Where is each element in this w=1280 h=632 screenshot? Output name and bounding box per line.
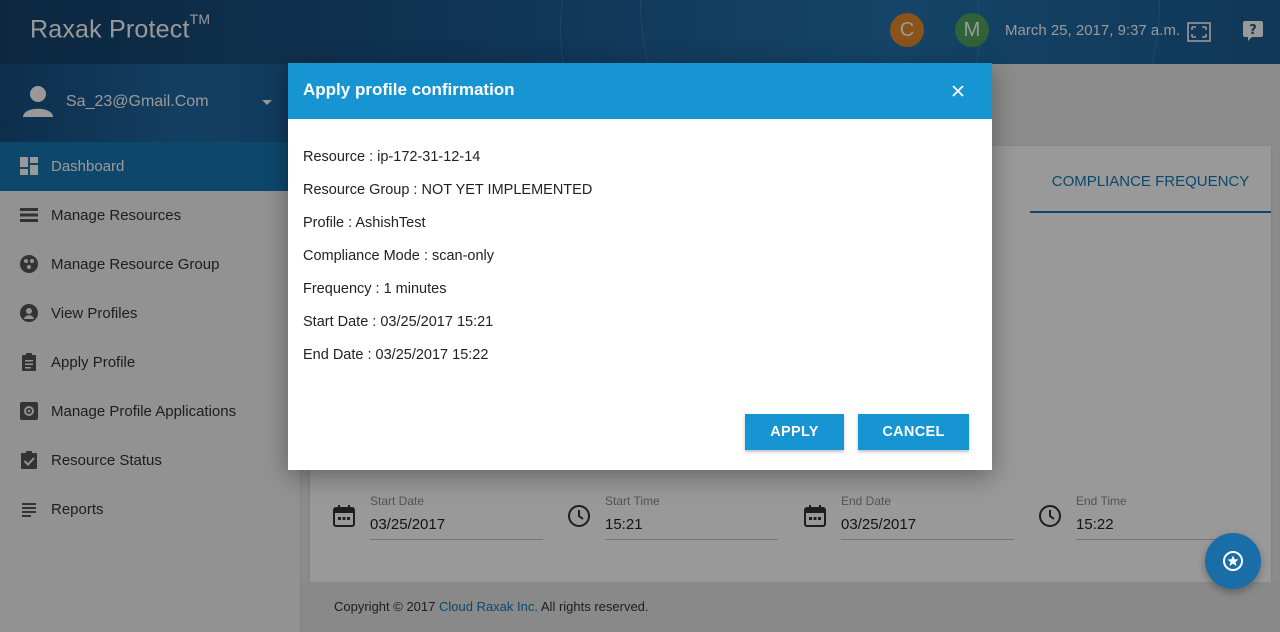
apply-button[interactable]: APPLY: [745, 414, 844, 450]
star-icon: [1223, 551, 1243, 571]
dialog-title: Apply profile confirmation: [303, 80, 515, 99]
resource-group-row: Resource Group : NOT YET IMPLEMENTED: [303, 182, 593, 198]
close-icon[interactable]: [948, 81, 968, 101]
end-date-row: End Date : 03/25/2017 15:22: [303, 347, 489, 363]
frequency-row: Frequency : 1 minutes: [303, 281, 447, 297]
floating-action-button[interactable]: [1205, 533, 1261, 589]
start-date-row: Start Date : 03/25/2017 15:21: [303, 314, 494, 330]
profile-row: Profile : AshishTest: [303, 215, 426, 231]
dialog-body: Resource : ip-172-31-12-14 Resource Grou…: [303, 149, 963, 380]
dialog-header: Apply profile confirmation: [288, 63, 992, 119]
resource-row: Resource : ip-172-31-12-14: [303, 149, 481, 165]
apply-profile-dialog: Apply profile confirmation Resource : ip…: [288, 63, 992, 470]
cancel-button[interactable]: CANCEL: [858, 414, 969, 450]
compliance-mode-row: Compliance Mode : scan-only: [303, 248, 495, 264]
